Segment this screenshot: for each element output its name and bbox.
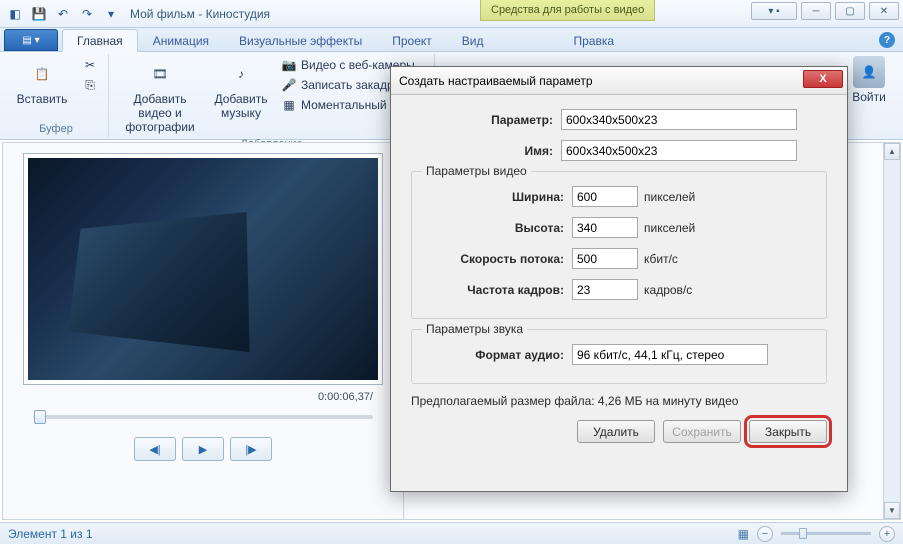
quick-access-toolbar: ◧ 💾 ↶ ↷ ▾ xyxy=(4,3,122,25)
height-unit: пикселей xyxy=(644,221,695,235)
preview-frame xyxy=(23,153,383,385)
film-icon: 🎞 xyxy=(144,58,176,90)
add-media-button[interactable]: 🎞 Добавить видео и фотографии xyxy=(115,56,205,136)
copy-button[interactable]: ⎘ xyxy=(78,76,102,94)
zoom-out-button[interactable]: − xyxy=(757,526,773,542)
fps-label: Частота кадров: xyxy=(422,283,572,297)
close-window-button[interactable]: ✕ xyxy=(869,2,899,20)
scroll-up-icon[interactable]: ▲ xyxy=(884,143,900,160)
zoom-in-button[interactable]: + xyxy=(879,526,895,542)
audio-legend: Параметры звука xyxy=(422,322,527,336)
cut-button[interactable]: ✂ xyxy=(78,56,102,74)
redo-icon[interactable]: ↷ xyxy=(76,3,98,25)
dialog-title: Создать настраиваемый параметр xyxy=(399,74,593,88)
seek-thumb[interactable] xyxy=(34,410,46,424)
ribbon-tabs: ▤ ▾ Главная Анимация Визуальные эффекты … xyxy=(0,28,903,52)
video-legend: Параметры видео xyxy=(422,164,531,178)
tab-effects[interactable]: Визуальные эффекты xyxy=(224,29,377,52)
fps-unit: кадров/с xyxy=(644,283,692,297)
qat-dropdown-icon[interactable]: ▾ xyxy=(100,3,122,25)
estimated-size: Предполагаемый размер файла: 4,26 МБ на … xyxy=(411,394,827,408)
vertical-scrollbar[interactable]: ▲ ▼ xyxy=(883,143,900,519)
ribbon-minimize-icon[interactable]: ▾ ▪ xyxy=(751,2,797,20)
status-element-count: Элемент 1 из 1 xyxy=(8,527,93,541)
music-icon: ♪ xyxy=(225,58,257,90)
tab-project[interactable]: Проект xyxy=(377,29,447,52)
width-unit: пикселей xyxy=(644,190,695,204)
webcam-icon: 📷 xyxy=(281,57,297,73)
mic-icon: 🎤 xyxy=(281,77,297,93)
next-frame-button[interactable]: |▶ xyxy=(230,437,272,461)
height-label: Высота: xyxy=(422,221,572,235)
dialog-titlebar[interactable]: Создать настраиваемый параметр X xyxy=(391,67,847,95)
file-menu-button[interactable]: ▤ ▾ xyxy=(4,29,58,51)
scissors-icon: ✂ xyxy=(82,57,98,73)
tab-main[interactable]: Главная xyxy=(62,29,138,52)
app-menu-icon[interactable]: ◧ xyxy=(4,3,26,25)
save-button: Сохранить xyxy=(663,420,741,443)
tab-edit[interactable]: Правка xyxy=(558,29,629,52)
video-preview[interactable] xyxy=(28,158,378,380)
minimize-button[interactable]: ─ xyxy=(801,2,831,20)
custom-param-dialog: Создать настраиваемый параметр X Парамет… xyxy=(390,66,848,492)
bitrate-input[interactable] xyxy=(572,248,638,269)
width-label: Ширина: xyxy=(422,190,572,204)
audio-format-select[interactable]: 96 кбит/с, 44,1 кГц, стерео xyxy=(572,344,768,365)
add-music-button[interactable]: ♪ Добавить музыку xyxy=(209,56,273,122)
scroll-down-icon[interactable]: ▼ xyxy=(884,502,900,519)
bitrate-unit: кбит/с xyxy=(644,252,678,266)
copy-icon: ⎘ xyxy=(82,77,98,93)
timecode: 0:00:06,37/ xyxy=(318,391,373,403)
play-button[interactable]: ▶ xyxy=(182,437,224,461)
save-icon[interactable]: 💾 xyxy=(28,3,50,25)
contextual-tab-label: Средства для работы с видео xyxy=(480,0,655,21)
group-buffer-label: Буфер xyxy=(39,123,73,135)
delete-button[interactable]: Удалить xyxy=(577,420,655,443)
paste-button[interactable]: 📋 Вставить xyxy=(10,56,74,108)
param-label: Параметр: xyxy=(411,113,561,127)
preview-pane: 0:00:06,37/ ◀| ▶ |▶ xyxy=(3,143,403,519)
bitrate-label: Скорость потока: xyxy=(422,252,572,266)
help-icon[interactable]: ? xyxy=(879,32,895,48)
camera-icon: ▦ xyxy=(281,97,297,113)
tab-view[interactable]: Вид xyxy=(447,29,499,52)
param-select[interactable]: 600x340x500x23 xyxy=(561,109,797,130)
clipboard-icon: 📋 xyxy=(26,58,58,90)
view-thumbnails-icon[interactable]: ▦ xyxy=(738,527,749,541)
fps-input[interactable] xyxy=(572,279,638,300)
window-title: Мой фильм - Киностудия xyxy=(130,7,270,21)
zoom-thumb[interactable] xyxy=(799,528,807,539)
dialog-close-button[interactable]: X xyxy=(803,70,843,88)
undo-icon[interactable]: ↶ xyxy=(52,3,74,25)
name-label: Имя: xyxy=(411,144,561,158)
video-params-group: Параметры видео Ширина: пикселей Высота:… xyxy=(411,171,827,319)
height-input[interactable] xyxy=(572,217,638,238)
zoom-slider[interactable] xyxy=(781,532,871,535)
status-bar: Элемент 1 из 1 ▦ − + xyxy=(0,522,903,544)
audio-params-group: Параметры звука Формат аудио: 96 кбит/с,… xyxy=(411,329,827,384)
login-button[interactable]: 👤 Войти xyxy=(847,56,891,104)
titlebar: ◧ 💾 ↶ ↷ ▾ Мой фильм - Киностудия Средств… xyxy=(0,0,903,28)
tab-animation[interactable]: Анимация xyxy=(138,29,224,52)
close-button[interactable]: Закрыть xyxy=(749,420,827,443)
prev-frame-button[interactable]: ◀| xyxy=(134,437,176,461)
name-input[interactable] xyxy=(561,140,797,161)
user-icon: 👤 xyxy=(853,56,885,88)
seek-slider[interactable] xyxy=(33,415,373,419)
maximize-button[interactable]: ▢ xyxy=(835,2,865,20)
audio-label: Формат аудио: xyxy=(422,348,572,362)
width-input[interactable] xyxy=(572,186,638,207)
